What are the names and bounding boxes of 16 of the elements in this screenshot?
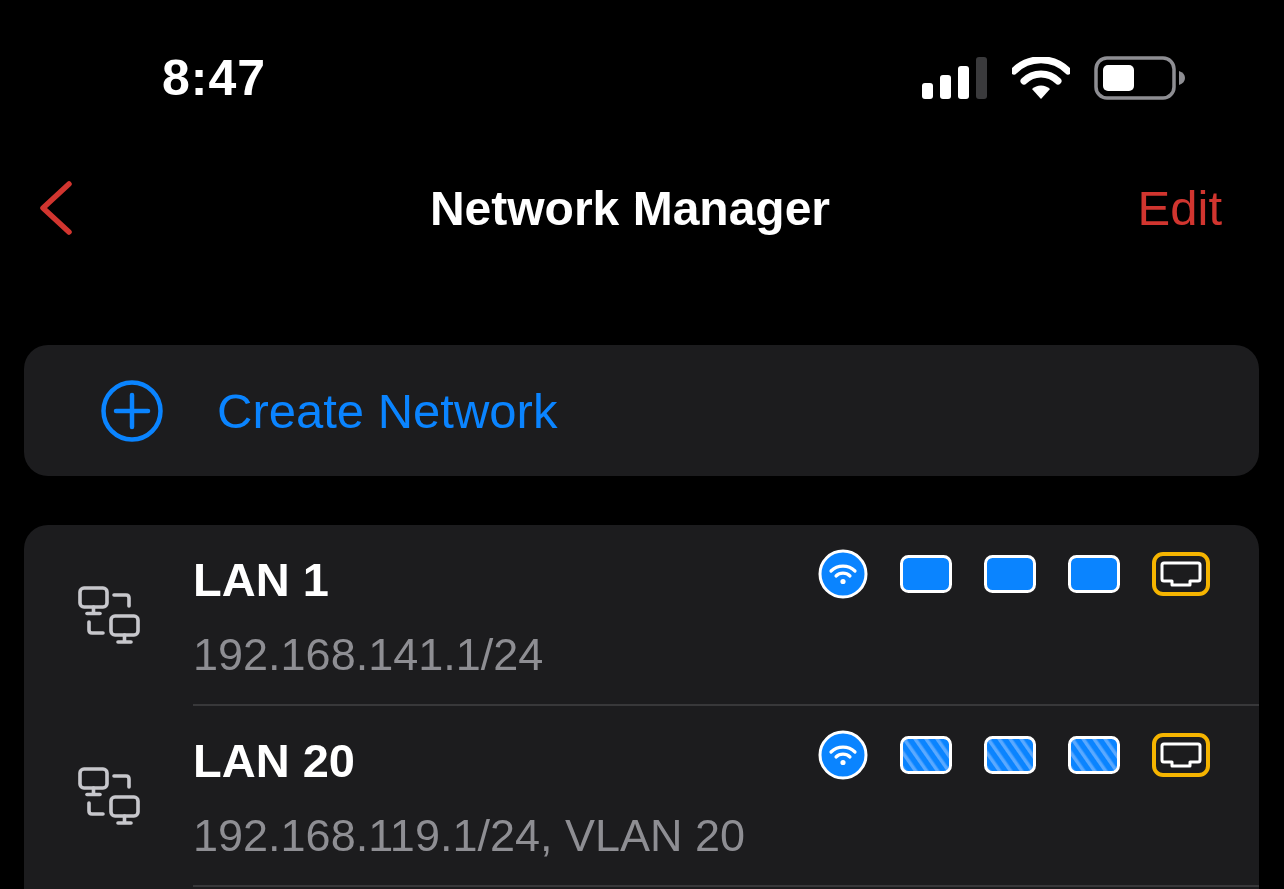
network-name: LAN 20: [193, 733, 355, 789]
network-name: LAN 1: [193, 552, 329, 608]
back-chevron-icon: [38, 181, 74, 235]
status-time: 8:47: [162, 49, 267, 107]
network-icon: [78, 766, 140, 827]
battery-icon: [1094, 56, 1186, 100]
create-network-button[interactable]: Create Network: [24, 345, 1259, 476]
network-detail: 192.168.141.1/24: [193, 628, 544, 682]
edit-button[interactable]: Edit: [1137, 180, 1222, 236]
network-detail: 192.168.119.1/24, VLAN 20: [193, 809, 746, 863]
back-button[interactable]: [38, 181, 74, 235]
nav-title: Network Manager: [429, 180, 831, 236]
signal-icon: [922, 57, 988, 99]
plus-circle-icon: [101, 379, 163, 442]
network-icon: [78, 585, 140, 646]
wifi-icon: [1012, 57, 1070, 99]
